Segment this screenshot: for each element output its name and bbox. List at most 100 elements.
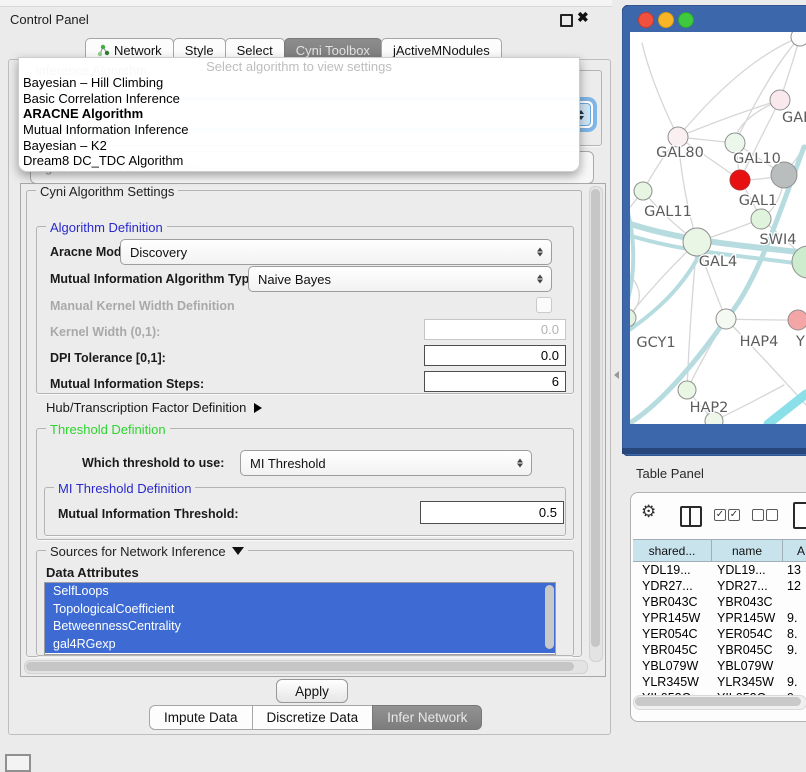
- dropdown-item[interactable]: Mutual Information Inference: [19, 122, 579, 138]
- kernel-width-field[interactable]: 0.0: [424, 319, 566, 340]
- network-node-gal4[interactable]: [683, 228, 711, 256]
- minimized-panel-icon[interactable]: [5, 754, 31, 772]
- manual-kernel-label: Manual Kernel Width Definition: [50, 299, 235, 313]
- network-view-window[interactable]: GALGAL80GAL10GAL1GAL11SWI4GAL4GCY1HAP4YH…: [622, 5, 806, 456]
- desktop: Control Panel ✖ Network Style Select Cyn…: [0, 0, 806, 762]
- apply-button[interactable]: Apply: [276, 679, 348, 703]
- list-item-selected[interactable]: TopologicalCoefficient: [45, 601, 555, 619]
- table-cell: YER054C: [712, 627, 783, 641]
- gear-icon[interactable]: ⚙: [641, 502, 656, 522]
- close-traffic-light[interactable]: [639, 13, 654, 28]
- network-node-label: GAL80: [656, 145, 704, 161]
- list-vertical-scrollbar[interactable]: [545, 585, 554, 649]
- network-node-hap4[interactable]: [716, 309, 736, 329]
- dropdown-item[interactable]: Basic Correlation Inference: [19, 91, 579, 107]
- network-node[interactable]: [730, 170, 750, 190]
- dropdown-item[interactable]: Dream8 DC_TDC Algorithm: [19, 153, 579, 169]
- checked-checkbox-icon[interactable]: ✓: [714, 509, 726, 521]
- combo-arrows-icon: [517, 459, 523, 468]
- mi-steps-field[interactable]: 6: [424, 371, 566, 392]
- combo-value: MI Threshold: [250, 451, 326, 475]
- tab-infer-network[interactable]: Infer Network: [372, 705, 482, 730]
- network-node-gal[interactable]: [770, 90, 790, 110]
- table-cell: YBR045C: [712, 643, 783, 657]
- table-row[interactable]: YPR145WYPR145W9.: [633, 610, 806, 626]
- tab-impute-data[interactable]: Impute Data: [149, 705, 253, 730]
- sources-title-label: Sources for Network Inference: [50, 544, 226, 559]
- kernel-width-label: Kernel Width (0,1):: [50, 325, 160, 339]
- list-item-selected[interactable]: gal4RGexp: [45, 636, 555, 654]
- manual-kernel-checkbox[interactable]: [536, 297, 552, 313]
- tab-label: Network: [114, 43, 162, 58]
- network-node-label: HAP2: [690, 400, 729, 416]
- table-cell: YDL19...: [712, 563, 783, 577]
- settings-vertical-scrollbar-thumb[interactable]: [591, 189, 600, 647]
- panel-top-strip: [0, 0, 612, 7]
- dropdown-item[interactable]: Bayesian – Hill Climbing: [19, 75, 579, 91]
- list-item-selected[interactable]: SelfLoops: [45, 583, 555, 601]
- network-node-y[interactable]: [788, 310, 806, 330]
- network-node-hap2[interactable]: [678, 381, 696, 399]
- minimize-traffic-light[interactable]: [659, 13, 674, 28]
- unchecked-checkbox-icon[interactable]: [752, 509, 764, 521]
- mi-threshold-group-title: MI Threshold Definition: [54, 481, 195, 496]
- unchecked-checkbox-icon[interactable]: [766, 509, 778, 521]
- table-row[interactable]: YDR27...YDR27...12: [633, 578, 806, 594]
- hub-definition-toggle[interactable]: Hub/Transcription Factor Definition: [46, 400, 262, 415]
- table-cell: 12: [783, 579, 806, 593]
- tab-label: Impute Data: [164, 710, 238, 725]
- table-panel: ⚙ ✓ ✓ shared... name A YDL19...YDL19...1…: [630, 492, 806, 722]
- table-cell: YPR145W: [712, 611, 783, 625]
- dropdown-placeholder: Select algorithm to view settings: [19, 58, 579, 75]
- network-node-gal11[interactable]: [634, 182, 652, 200]
- checked-checkbox-icon[interactable]: ✓: [728, 509, 740, 521]
- float-window-icon[interactable]: [560, 14, 573, 27]
- zoom-traffic-light[interactable]: [679, 13, 694, 28]
- column-header-name[interactable]: name: [712, 539, 783, 562]
- network-node-gal80[interactable]: [668, 127, 688, 147]
- tab-label: jActiveMNodules: [393, 43, 490, 58]
- settings-horizontal-scrollbar-thumb[interactable]: [26, 662, 574, 671]
- columns-icon[interactable]: [680, 506, 702, 527]
- table-row[interactable]: YDL19...YDL19...13: [633, 562, 806, 578]
- settings-group-title: Cyni Algorithm Settings: [36, 184, 178, 199]
- network-node-gal1[interactable]: [751, 209, 771, 229]
- mi-threshold-field[interactable]: 0.5: [420, 501, 564, 524]
- table-row[interactable]: YER054CYER054C8.: [633, 626, 806, 642]
- list-item-selected[interactable]: BetweennessCentrality: [45, 618, 555, 636]
- aracne-mode-combobox[interactable]: Discovery: [120, 239, 552, 265]
- network-node-label: GAL4: [699, 254, 737, 270]
- table-cell: 8.: [783, 627, 806, 641]
- table-horizontal-scrollbar-thumb[interactable]: [635, 697, 801, 706]
- table-cell: YPR145W: [633, 611, 712, 625]
- table-cell: YLR345W: [633, 675, 712, 689]
- combo-arrows-icon: [537, 248, 543, 257]
- table-row[interactable]: YLR345WYLR345W9.: [633, 674, 806, 690]
- table-cell: YER054C: [633, 627, 712, 641]
- close-icon[interactable]: ✖: [577, 9, 589, 26]
- network-node-gal10[interactable]: [725, 133, 745, 153]
- network-node-label: GAL11: [644, 204, 692, 220]
- dropdown-item-selected[interactable]: ARACNE Algorithm: [19, 106, 579, 122]
- table-cell: YDL19...: [633, 563, 712, 577]
- partial-toolbar-icon[interactable]: [793, 502, 806, 529]
- mi-type-combobox[interactable]: Naive Bayes: [248, 266, 552, 292]
- splitpane-collapse-icon[interactable]: [614, 371, 619, 379]
- dpi-tolerance-field[interactable]: 0.0: [424, 345, 566, 366]
- table-row[interactable]: YBR045CYBR045C9.: [633, 642, 806, 658]
- which-threshold-combobox[interactable]: MI Threshold: [240, 450, 532, 476]
- table-panel-title: Table Panel: [636, 466, 704, 481]
- dropdown-item[interactable]: Bayesian – K2: [19, 138, 579, 154]
- column-header-shared-name[interactable]: shared...: [633, 539, 712, 562]
- column-header-partial[interactable]: A: [783, 539, 806, 562]
- network-node-label: Y: [795, 334, 805, 350]
- table-cell: YBL079W: [633, 659, 712, 673]
- tab-label: Infer Network: [387, 710, 467, 725]
- table-row[interactable]: YBR043CYBR043C: [633, 594, 806, 610]
- table-cell: 9.: [783, 611, 806, 625]
- tab-discretize-data[interactable]: Discretize Data: [252, 705, 374, 730]
- tab-label: Discretize Data: [267, 710, 359, 725]
- sources-group-title[interactable]: Sources for Network Inference: [46, 544, 248, 559]
- network-node-label: GAL: [782, 110, 806, 126]
- table-row[interactable]: YBL079WYBL079W: [633, 658, 806, 674]
